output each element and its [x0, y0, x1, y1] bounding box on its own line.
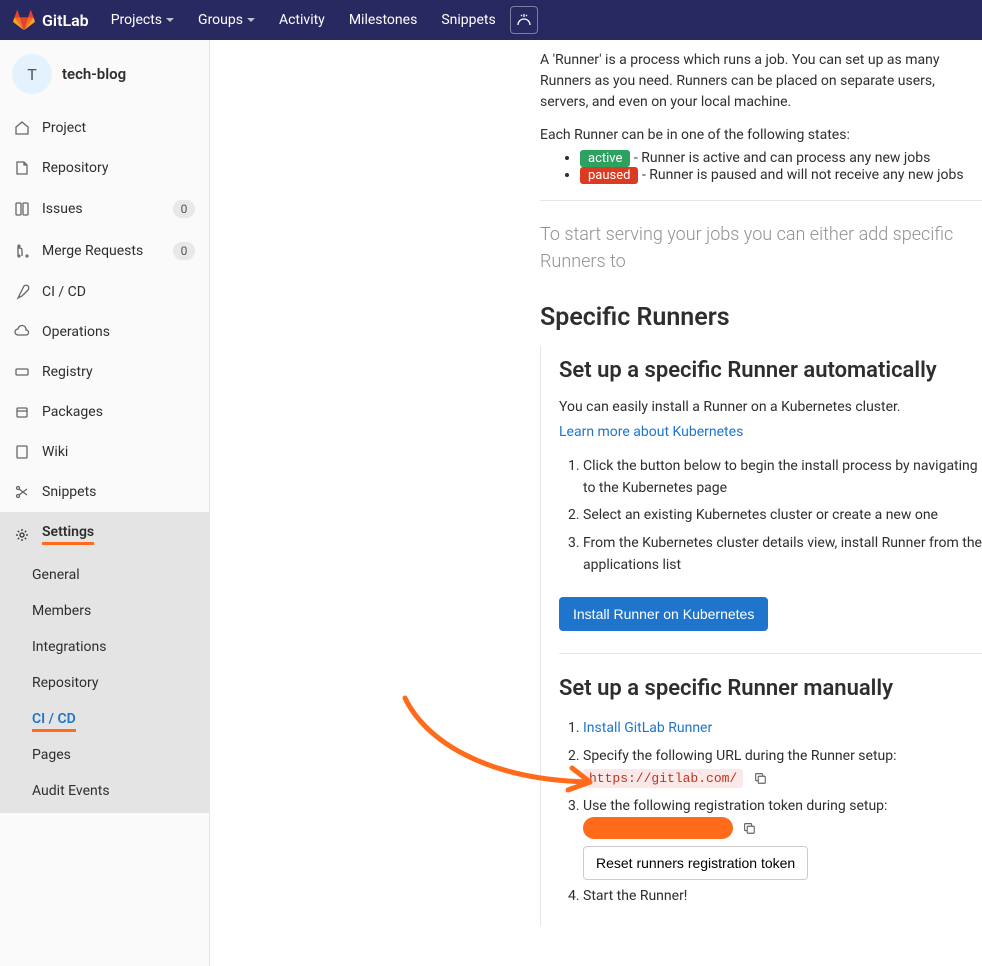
- sub-item-audit[interactable]: Audit Events: [0, 773, 209, 809]
- manual-step-4: Start the Runner!: [583, 883, 982, 911]
- auto-step-2: Select an existing Kubernetes cluster or…: [583, 502, 982, 530]
- state-paused-row: paused - Runner is paused and will not r…: [580, 167, 982, 184]
- auto-setup-heading: Set up a specific Runner automatically: [559, 358, 982, 383]
- gear-icon: [14, 527, 30, 543]
- sub-item-members[interactable]: Members: [0, 593, 209, 629]
- project-name: tech-blog: [62, 65, 126, 83]
- registration-token-redacted: [583, 817, 733, 839]
- install-runner-link[interactable]: Install GitLab Runner: [583, 720, 712, 736]
- reset-token-button[interactable]: Reset runners registration token: [583, 846, 808, 880]
- sidebar-item-wiki[interactable]: Wiki: [0, 432, 209, 472]
- runners-panel: Set up a specific Runner automatically Y…: [540, 346, 982, 926]
- sidebar: T tech-blog Project Repository Issues 0 …: [0, 40, 210, 966]
- sidebar-item-merge-requests[interactable]: Merge Requests 0: [0, 230, 209, 272]
- brand-name: GitLab: [42, 11, 89, 30]
- paused-badge: paused: [580, 167, 638, 184]
- sub-item-pages[interactable]: Pages: [0, 737, 209, 773]
- install-kubernetes-button[interactable]: Install Runner on Kubernetes: [559, 597, 768, 631]
- state-active-row: active - Runner is active and can proces…: [580, 150, 982, 167]
- serve-jobs-text: To start serving your jobs you can eithe…: [540, 221, 982, 275]
- auto-step-1: Click the button below to begin the inst…: [583, 453, 982, 502]
- mr-count-badge: 0: [173, 242, 195, 260]
- issues-icon: [14, 201, 30, 217]
- notification-icon[interactable]: [510, 6, 538, 34]
- gitlab-logo-link[interactable]: GitLab: [12, 9, 89, 31]
- states-heading: Each Runner can be in one of the followi…: [540, 125, 982, 146]
- sidebar-item-repository[interactable]: Repository: [0, 148, 209, 188]
- package-icon: [14, 404, 30, 420]
- sidebar-item-registry[interactable]: Registry: [0, 352, 209, 392]
- runner-description: A 'Runner' is a process which runs a job…: [540, 50, 982, 113]
- main-content: A 'Runner' is a process which runs a job…: [210, 40, 982, 966]
- project-avatar: T: [12, 54, 52, 94]
- book-icon: [14, 444, 30, 460]
- sub-item-general[interactable]: General: [0, 557, 209, 593]
- runner-url: https://gitlab.com/: [583, 769, 743, 788]
- nav-groups[interactable]: Groups: [188, 0, 265, 40]
- merge-icon: [14, 243, 30, 259]
- divider: [540, 200, 982, 201]
- divider: [559, 653, 982, 654]
- scissors-icon: [14, 484, 30, 500]
- sub-item-integrations[interactable]: Integrations: [0, 629, 209, 665]
- chevron-down-icon: [247, 18, 255, 22]
- chevron-down-icon: [166, 18, 174, 22]
- manual-step-2: Specify the following URL during the Run…: [583, 743, 982, 792]
- nav-activity[interactable]: Activity: [269, 0, 335, 40]
- manual-setup-heading: Set up a specific Runner manually: [559, 676, 982, 701]
- sidebar-item-operations[interactable]: Operations: [0, 312, 209, 352]
- auto-step-3: From the Kubernetes cluster details view…: [583, 530, 982, 579]
- project-header[interactable]: T tech-blog: [0, 40, 209, 108]
- top-navbar: GitLab Projects Groups Activity Mileston…: [0, 0, 982, 40]
- sub-item-repository[interactable]: Repository: [0, 665, 209, 701]
- home-icon: [14, 120, 30, 136]
- sub-item-cicd[interactable]: CI / CD: [0, 701, 209, 737]
- copy-token-icon[interactable]: [742, 821, 756, 835]
- sidebar-item-settings[interactable]: Settings: [0, 512, 209, 557]
- sidebar-item-packages[interactable]: Packages: [0, 392, 209, 432]
- disk-icon: [14, 364, 30, 380]
- nav-snippets[interactable]: Snippets: [431, 0, 505, 40]
- sidebar-item-project[interactable]: Project: [0, 108, 209, 148]
- auto-setup-desc: You can easily install a Runner on a Kub…: [559, 397, 982, 418]
- specific-runners-heading: Specific Runners: [540, 303, 982, 332]
- active-badge: active: [580, 150, 630, 167]
- nav-projects[interactable]: Projects: [101, 0, 184, 40]
- settings-submenu: General Members Integrations Repository …: [0, 557, 209, 813]
- gitlab-icon: [12, 9, 36, 31]
- file-icon: [14, 160, 30, 176]
- nav-milestones[interactable]: Milestones: [339, 0, 428, 40]
- rocket-icon: [14, 284, 30, 300]
- cloud-icon: [14, 324, 30, 340]
- issues-count-badge: 0: [173, 200, 195, 218]
- learn-kubernetes-link[interactable]: Learn more about Kubernetes: [559, 424, 743, 440]
- manual-step-1: Install GitLab Runner: [583, 715, 982, 743]
- copy-url-icon[interactable]: [753, 771, 767, 785]
- manual-step-3: Use the following registration token dur…: [583, 793, 982, 883]
- sidebar-item-issues[interactable]: Issues 0: [0, 188, 209, 230]
- sidebar-item-cicd[interactable]: CI / CD: [0, 272, 209, 312]
- sidebar-item-snippets[interactable]: Snippets: [0, 472, 209, 512]
